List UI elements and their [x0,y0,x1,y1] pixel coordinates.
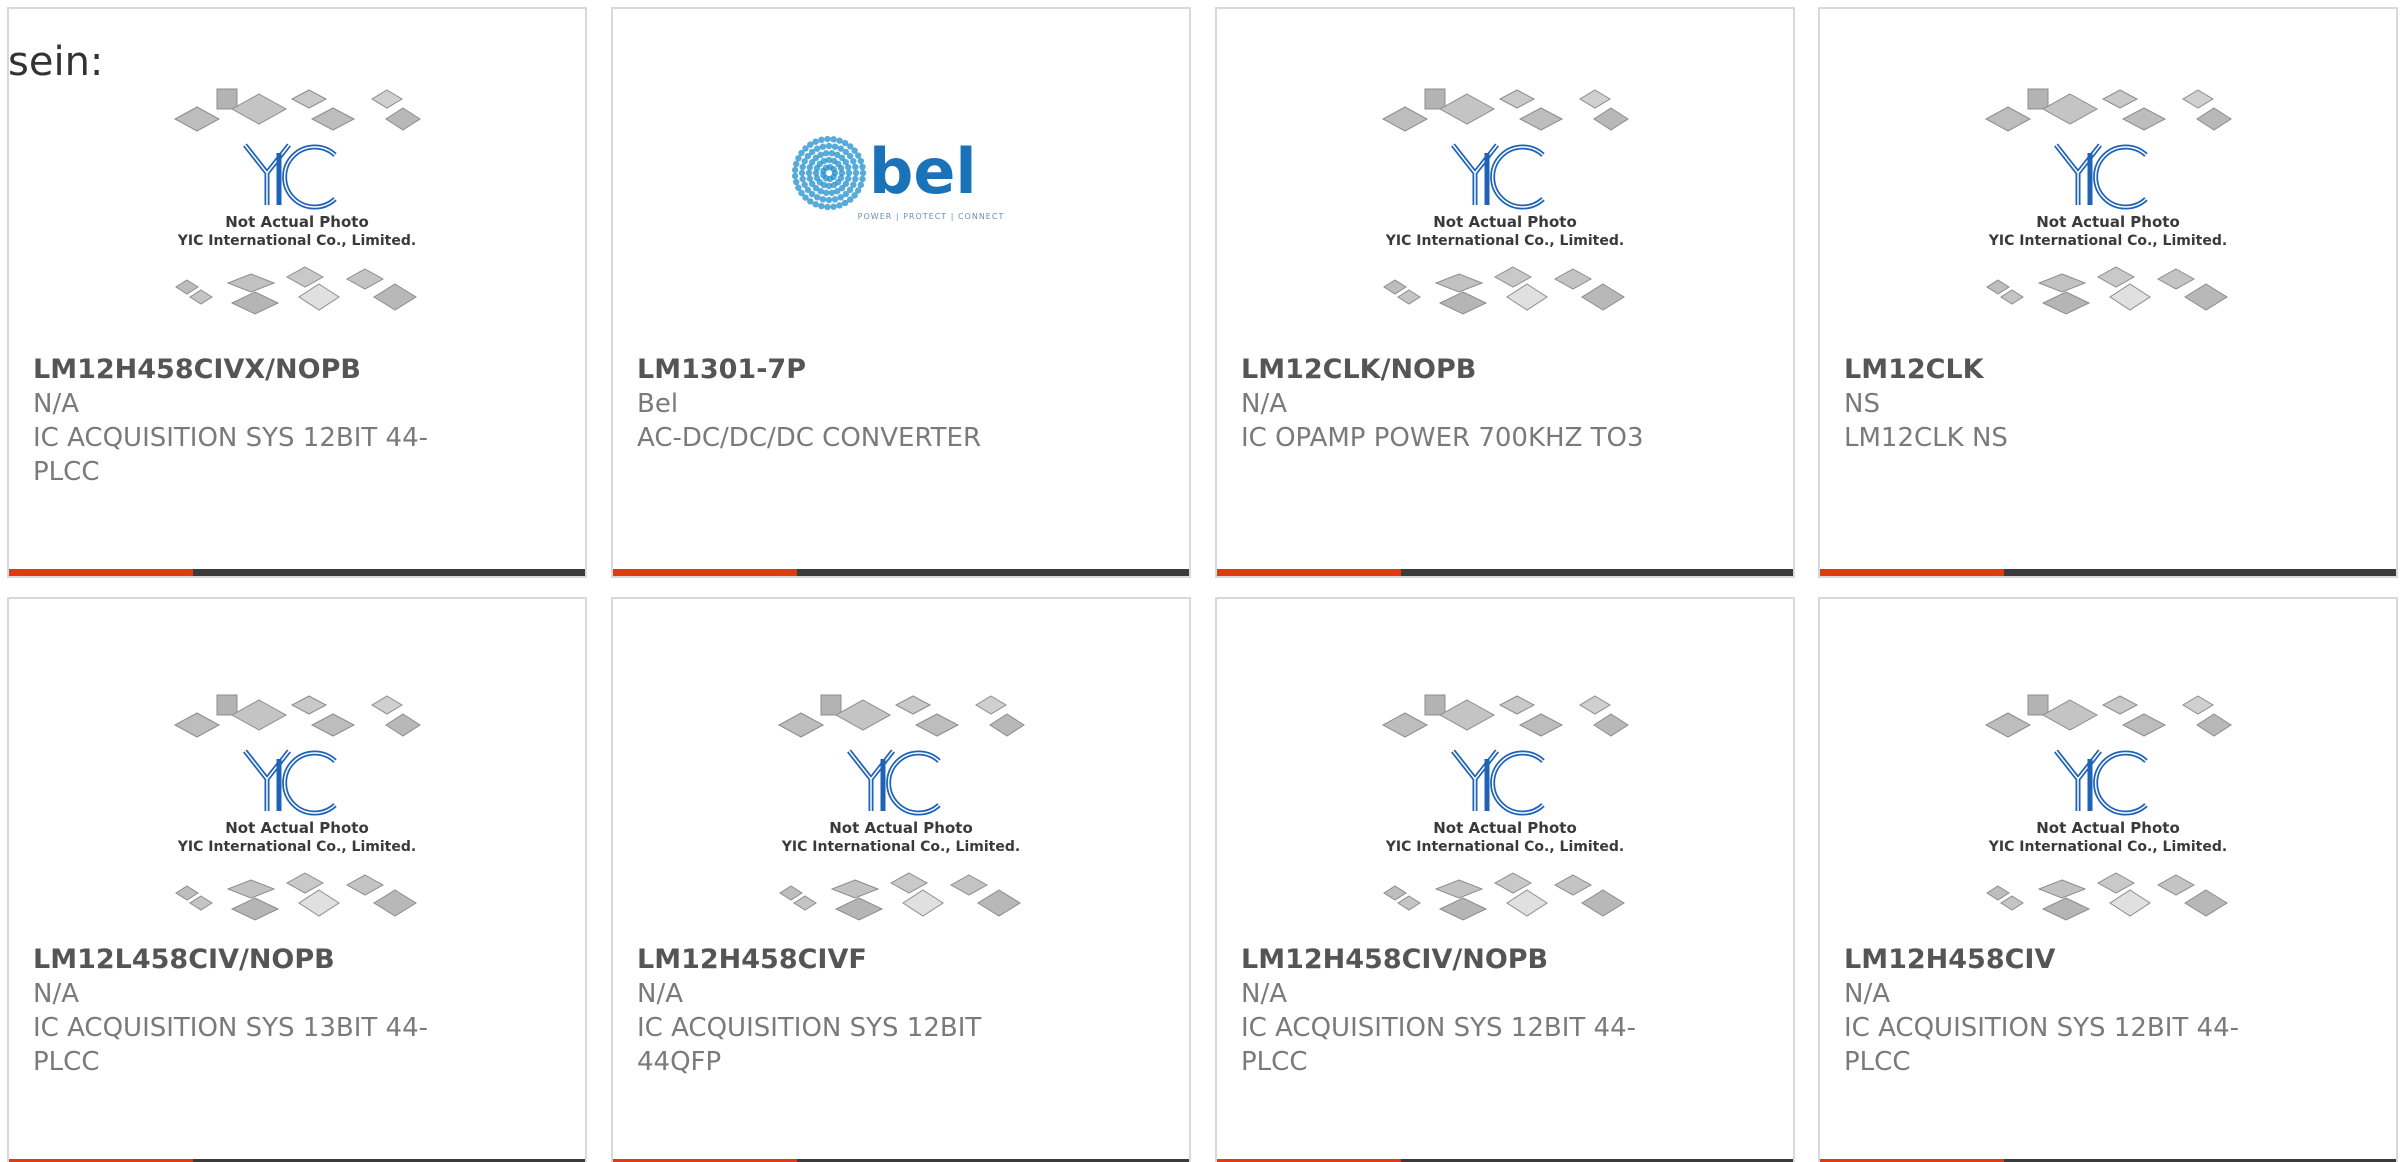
placeholder-company: YIC International Co., Limited. [177,839,416,855]
manufacturer: N/A [637,979,683,1009]
card-accent-highlight [1820,569,2004,576]
product-card[interactable]: bel POWER | PROTECT | CONNECT LM1301-7P B… [611,7,1191,578]
placeholder-caption: Not Actual Photo [225,819,369,837]
product-description: IC ACQUISITION SYS 13BIT 44-PLCC [33,1013,428,1077]
yic-logo-icon [847,749,941,816]
bel-logo-icon: bel POWER | PROTECT | CONNECT [791,135,1005,221]
placeholder-caption: Not Actual Photo [225,213,369,231]
placeholder-chips-graphic: Not Actual Photo YIC International Co., L… [1381,694,1629,921]
product-image: Not Actual Photo YIC International Co., L… [613,693,1189,953]
product-card[interactable]: Not Actual Photo YIC International Co., L… [1818,7,2398,578]
product-description: IC OPAMP POWER 700KHZ TO3 [1241,423,1644,453]
product-description: AC-DC/DC/DC CONVERTER [637,423,982,453]
placeholder-company: YIC International Co., Limited. [177,233,416,249]
manufacturer: N/A [33,979,79,1009]
product-card[interactable]: Not Actual Photo YIC International Co., L… [611,597,1191,1162]
product-image: Not Actual Photo YIC International Co., L… [9,693,585,953]
part-number: LM12CLK [1844,354,1984,385]
placeholder-chips-graphic: Not Actual Photo YIC International Co., L… [777,694,1025,921]
card-accent-bar [9,569,585,576]
placeholder-chips-graphic: Not Actual Photo YIC International Co., L… [173,88,421,315]
manufacturer: Bel [637,389,679,419]
placeholder-company: YIC International Co., Limited. [1385,839,1624,855]
placeholder-caption: Not Actual Photo [829,819,973,837]
placeholder-company: YIC International Co., Limited. [1988,233,2227,249]
part-number: LM12H458CIV/NOPB [1241,944,1549,975]
placeholder-caption: Not Actual Photo [2036,819,2180,837]
yic-logo-icon [1451,749,1545,816]
placeholder-caption: Not Actual Photo [1433,819,1577,837]
placeholder-company: YIC International Co., Limited. [781,839,1020,855]
product-description: IC ACQUISITION SYS 12BIT 44-PLCC [1844,1013,2239,1077]
svg-text:POWER | PROTECT | CONNECT: POWER | PROTECT | CONNECT [858,212,1005,221]
product-image: Not Actual Photo YIC International Co., L… [1217,87,1793,347]
yic-logo-icon [1451,143,1545,210]
card-accent-bar [1820,569,2396,576]
placeholder-company: YIC International Co., Limited. [1988,839,2227,855]
yic-logo-icon [243,749,337,816]
product-image: Not Actual Photo YIC International Co., L… [1820,693,2396,953]
part-number: LM12H458CIVX/NOPB [33,354,361,385]
svg-text:bel: bel [869,135,977,208]
manufacturer: N/A [1241,389,1287,419]
manufacturer: N/A [1241,979,1287,1009]
intro-text: sein: [8,39,104,85]
product-image: Not Actual Photo YIC International Co., L… [1820,87,2396,347]
yic-logo-icon [2054,749,2148,816]
card-accent-bar [613,569,1189,576]
part-number: LM12L458CIV/NOPB [33,944,335,975]
product-description: IC ACQUISITION SYS 12BIT 44-PLCC [33,423,428,487]
card-accent-bar [1217,569,1793,576]
placeholder-chips-graphic: Not Actual Photo YIC International Co., L… [1381,88,1629,315]
card-accent-highlight [613,569,797,576]
part-number: LM12CLK/NOPB [1241,354,1477,385]
product-card[interactable]: Not Actual Photo YIC International Co., L… [7,7,587,578]
card-accent-highlight [9,569,193,576]
product-image: Not Actual Photo YIC International Co., L… [1217,693,1793,953]
manufacturer: NS [1844,389,1880,419]
part-number: LM12H458CIV [1844,944,2056,975]
product-description: IC ACQUISITION SYS 12BIT 44-PLCC [1241,1013,1636,1077]
placeholder-chips-graphic: Not Actual Photo YIC International Co., L… [173,694,421,921]
placeholder-chips-graphic: Not Actual Photo YIC International Co., L… [1984,694,2232,921]
placeholder-chips-graphic: Not Actual Photo YIC International Co., L… [1984,88,2232,315]
product-card[interactable]: Not Actual Photo YIC International Co., L… [7,597,587,1162]
card-accent-highlight [1217,569,1401,576]
part-number: LM12H458CIVF [637,944,867,975]
manufacturer: N/A [33,389,79,419]
product-card[interactable]: Not Actual Photo YIC International Co., L… [1215,597,1795,1162]
part-number: LM1301-7P [637,354,807,385]
product-image: Not Actual Photo YIC International Co., L… [9,87,585,347]
product-grid-page: sein: Not Actual Photo YIC International … [0,0,2400,1162]
placeholder-caption: Not Actual Photo [2036,213,2180,231]
product-card[interactable]: Not Actual Photo YIC International Co., L… [1215,7,1795,578]
yic-logo-icon [2054,143,2148,210]
product-card[interactable]: Not Actual Photo YIC International Co., L… [1818,597,2398,1162]
product-description: LM12CLK NS [1844,423,2008,453]
placeholder-company: YIC International Co., Limited. [1385,233,1624,249]
yic-logo-icon [243,143,337,210]
manufacturer: N/A [1844,979,1890,1009]
product-description: IC ACQUISITION SYS 12BIT 44QFP [637,1013,982,1077]
placeholder-caption: Not Actual Photo [1433,213,1577,231]
